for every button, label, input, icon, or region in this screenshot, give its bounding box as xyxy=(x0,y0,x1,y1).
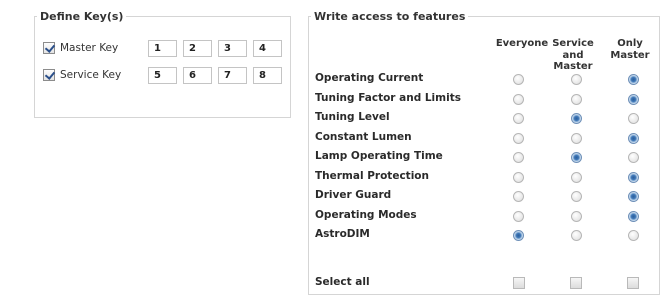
feature-label: Driver Guard xyxy=(315,189,392,201)
select-all-label: Select all xyxy=(315,276,370,288)
feature-label: Operating Modes xyxy=(315,208,417,221)
select-all-service-and-master-button[interactable] xyxy=(570,277,582,289)
feature-label: Tuning Level xyxy=(315,111,390,123)
radio-everyone[interactable] xyxy=(513,113,524,124)
radio-everyone[interactable] xyxy=(513,210,524,222)
master-key-label: Master Key xyxy=(60,42,119,54)
radio-everyone[interactable] xyxy=(513,171,524,183)
write-access-title: Write access to features xyxy=(311,10,469,23)
service-key-label: Service Key xyxy=(60,69,122,81)
radio-everyone[interactable] xyxy=(513,132,524,144)
column-header-only-master: Only Master xyxy=(610,38,650,61)
feature-row: AstroDIM xyxy=(315,227,655,245)
service-key-digit-2[interactable]: 6 xyxy=(183,66,212,84)
write-access-group: Write access to features Everyone Servic… xyxy=(308,10,660,295)
radio-service-and-master[interactable] xyxy=(571,191,582,202)
service-key-digit-4[interactable]: 8 xyxy=(253,66,282,84)
radio-service-and-master[interactable] xyxy=(571,230,582,241)
radio-only-master[interactable] xyxy=(628,230,639,241)
feature-label: Lamp Operating Time xyxy=(315,150,443,162)
select-all-row: Select all xyxy=(315,275,655,293)
master-key-row: Master Key 1 2 3 4 xyxy=(43,39,288,57)
radio-only-master[interactable] xyxy=(628,152,639,163)
feature-row: Operating Modes xyxy=(315,208,655,226)
radio-only-master[interactable] xyxy=(628,113,639,124)
radio-service-and-master[interactable] xyxy=(571,93,582,105)
column-header-everyone: Everyone xyxy=(495,38,549,49)
radio-only-master[interactable] xyxy=(628,171,639,183)
radio-only-master[interactable] xyxy=(628,93,639,105)
radio-service-and-master[interactable] xyxy=(571,74,582,85)
master-key-digit-2[interactable]: 2 xyxy=(183,39,212,57)
service-key-row: Service Key 5 6 7 8 xyxy=(43,66,288,84)
service-key-digit-1[interactable]: 5 xyxy=(148,66,177,84)
radio-service-and-master[interactable] xyxy=(571,113,582,124)
radio-everyone[interactable] xyxy=(513,191,524,202)
select-all-everyone-button[interactable] xyxy=(513,277,525,289)
service-key-digit-3[interactable]: 7 xyxy=(218,66,247,84)
radio-everyone[interactable] xyxy=(513,74,524,85)
feature-row: Operating Current xyxy=(315,71,655,89)
column-header-service-and-master: Service and Master xyxy=(552,38,594,72)
master-key-digit-4[interactable]: 4 xyxy=(253,39,282,57)
master-key-digit-1[interactable]: 1 xyxy=(148,39,177,57)
radio-only-master[interactable] xyxy=(628,132,639,144)
feature-row: Thermal Protection xyxy=(315,169,655,187)
select-all-only-master-button[interactable] xyxy=(627,277,639,289)
feature-row: Lamp Operating Time xyxy=(315,149,655,167)
radio-everyone[interactable] xyxy=(513,93,524,105)
radio-everyone[interactable] xyxy=(513,152,524,163)
feature-row: Driver Guard xyxy=(315,188,655,206)
radio-only-master[interactable] xyxy=(628,191,639,202)
radio-service-and-master[interactable] xyxy=(571,132,582,144)
feature-row: Tuning Level xyxy=(315,110,655,128)
define-keys-group: Define Key(s) Master Key 1 2 3 4 Service… xyxy=(34,10,291,118)
radio-service-and-master[interactable] xyxy=(571,171,582,183)
radio-service-and-master[interactable] xyxy=(571,210,582,222)
master-key-checkbox[interactable] xyxy=(43,42,55,54)
feature-row: Constant Lumen xyxy=(315,130,655,148)
key-access-panel: Define Key(s) Master Key 1 2 3 4 Service… xyxy=(0,0,669,297)
feature-label: AstroDIM xyxy=(315,228,370,240)
feature-label: Tuning Factor and Limits xyxy=(315,91,461,104)
feature-label: Constant Lumen xyxy=(315,130,412,143)
master-key-digit-3[interactable]: 3 xyxy=(218,39,247,57)
define-keys-title: Define Key(s) xyxy=(37,10,127,23)
radio-only-master[interactable] xyxy=(628,74,639,85)
feature-row: Tuning Factor and Limits xyxy=(315,91,655,109)
feature-label: Thermal Protection xyxy=(315,169,429,182)
feature-label: Operating Current xyxy=(315,72,424,84)
radio-only-master[interactable] xyxy=(628,210,639,222)
radio-service-and-master[interactable] xyxy=(571,152,582,163)
service-key-checkbox[interactable] xyxy=(43,69,55,81)
radio-everyone[interactable] xyxy=(513,230,524,241)
